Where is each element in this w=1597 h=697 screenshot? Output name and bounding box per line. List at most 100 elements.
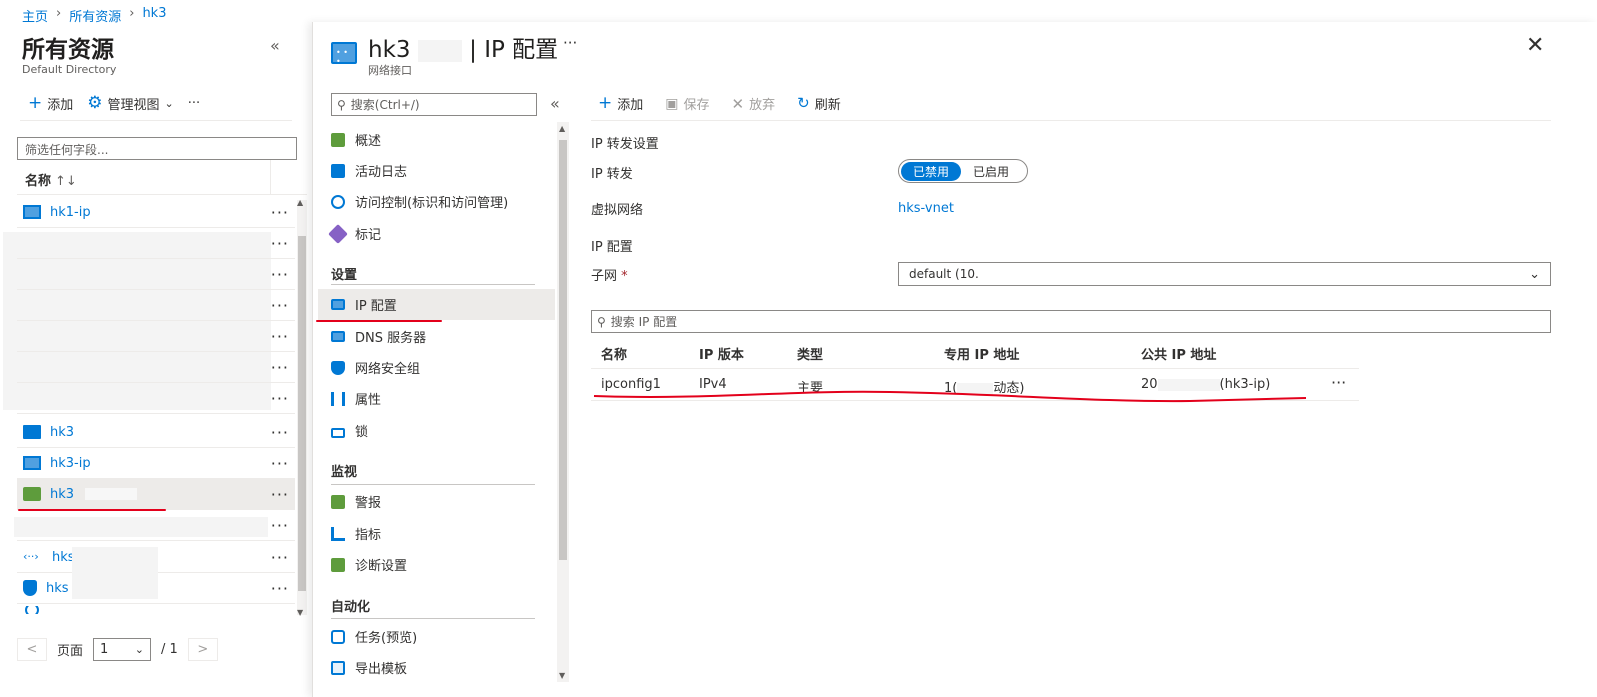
more-icon[interactable]: ··· — [271, 265, 289, 284]
list-scrollbar[interactable]: ▲ ▼ — [297, 198, 307, 617]
next-page-button[interactable]: > — [187, 638, 218, 661]
column-header-name[interactable]: 名称 ↑↓ — [25, 170, 77, 189]
add-button[interactable]: + 添加 — [598, 94, 643, 114]
more-icon[interactable]: ··· — [271, 485, 289, 504]
breadcrumb-all-resources[interactable]: 所有资源 — [69, 6, 121, 25]
scrollbar-thumb[interactable] — [559, 140, 567, 560]
menu-item-activity-log[interactable]: 活动日志 — [318, 155, 555, 186]
sort-icon[interactable]: ↑↓ — [55, 174, 77, 189]
menu-label: IP 配置 — [355, 299, 397, 314]
menu-search-input[interactable]: ⚲ 搜索(Ctrl+/) — [331, 93, 537, 116]
menu-item-diagnostics[interactable]: 诊断设置 — [318, 549, 555, 580]
blade-subtitle: 网络接口 — [368, 64, 412, 77]
scroll-up-icon[interactable]: ▲ — [559, 124, 565, 133]
menu-label: DNS 服务器 — [355, 331, 427, 346]
more-icon[interactable]: ··· — [271, 516, 289, 535]
ip-forwarding-heading: IP 转发设置 — [591, 137, 659, 152]
more-icon[interactable]: ··· — [271, 327, 289, 346]
menu-item-nsg[interactable]: 网络安全组 — [318, 352, 555, 383]
save-label: 保存 — [683, 98, 710, 113]
vnet-label: 虚拟网络 — [591, 203, 644, 218]
row-more-icon[interactable]: ··· — [1331, 373, 1346, 392]
collapse-panel-icon[interactable]: « — [270, 36, 280, 55]
list-item[interactable]: hk3 ··· — [17, 417, 295, 448]
more-icon[interactable]: ··· — [271, 358, 289, 377]
more-icon[interactable]: ··· — [271, 423, 289, 442]
subnet-label-text: 子网 — [591, 269, 618, 284]
save-icon: ▣ — [665, 95, 679, 112]
more-icon[interactable]: ··· — [271, 296, 289, 315]
toggle-disabled-option[interactable]: 已禁用 — [901, 161, 962, 181]
menu-item-overview[interactable]: 概述 — [318, 124, 555, 155]
more-icon[interactable]: ··· — [271, 389, 289, 408]
menu-item-ip-config[interactable]: IP 配置 — [318, 289, 555, 320]
list-item[interactable]: ··· — [17, 383, 295, 414]
resource-name[interactable]: hk1-ip — [50, 205, 91, 220]
resource-name[interactable]: hks — [46, 581, 69, 596]
menu-item-tags[interactable]: 标记 — [318, 218, 555, 249]
overview-icon — [331, 132, 345, 147]
list-item[interactable]: ··· — [17, 290, 295, 321]
page-value: 1 — [100, 642, 109, 657]
tag-icon — [328, 223, 348, 244]
filter-input[interactable]: 筛选任何字段... — [17, 137, 297, 160]
menu-item-metrics[interactable]: 指标 — [318, 518, 555, 549]
menu-item-export-template[interactable]: 导出模板 — [318, 652, 555, 683]
divider — [17, 194, 307, 195]
more-icon[interactable]: ··· — [271, 548, 289, 567]
page-select[interactable]: 1 ⌄ — [93, 638, 152, 661]
save-button[interactable]: ▣ 保存 — [665, 94, 710, 114]
subnet-select[interactable]: default (10. ⌄ — [898, 262, 1551, 286]
toggle-enabled-option[interactable]: 已启用 — [961, 162, 1021, 181]
chevron-down-icon: ⌄ — [134, 643, 145, 656]
col-header-public-ip: 公共 IP 地址 — [1141, 348, 1217, 363]
col-header-name: 名称 — [601, 348, 628, 363]
scroll-down-icon[interactable]: ▼ — [559, 671, 565, 680]
menu-item-properties[interactable]: 属性 — [318, 383, 555, 414]
prev-page-button[interactable]: < — [17, 638, 47, 661]
menu-scrollbar[interactable]: ▲ ▼ — [557, 122, 569, 682]
pagination: < 页面 1 ⌄ / 1 > — [17, 638, 218, 661]
close-icon[interactable]: ✕ — [1526, 33, 1544, 58]
more-icon[interactable]: ··· — [271, 234, 289, 253]
manage-view-button[interactable]: ⚙ 管理视图 ⌄ — [87, 94, 173, 114]
list-item[interactable]: ··· — [17, 321, 295, 352]
col-header-ip-version: IP 版本 — [699, 348, 744, 363]
breadcrumb-current[interactable]: hk3 — [142, 6, 166, 25]
more-icon[interactable]: ··· — [271, 454, 289, 473]
list-item[interactable]: ··· — [17, 510, 295, 541]
more-icon[interactable]: ··· — [271, 203, 289, 222]
more-icon[interactable]: ··· — [271, 579, 289, 598]
alert-icon — [331, 494, 345, 509]
resource-name[interactable]: hk3-ip — [50, 456, 91, 471]
refresh-button[interactable]: ↻ 刷新 — [797, 94, 841, 114]
list-item-selected[interactable]: hk3 ··· — [17, 479, 295, 510]
list-item[interactable]: ··· — [17, 259, 295, 290]
list-item[interactable]: hk3-ip ··· — [17, 448, 295, 479]
ip-config-search-input[interactable]: ⚲ 搜索 IP 配置 — [591, 310, 1551, 333]
menu-item-tasks[interactable]: 任务(预览) — [318, 621, 555, 652]
resource-name[interactable]: hk3 — [50, 425, 74, 440]
breadcrumb-home[interactable]: 主页 — [22, 6, 48, 25]
menu-item-access-control[interactable]: 访问控制(标识和访问管理) — [318, 186, 555, 217]
resource-name[interactable]: hk3 — [50, 487, 74, 502]
vnet-link[interactable]: hks-vnet — [898, 201, 954, 216]
chevron-right-icon: › — [56, 6, 62, 21]
scroll-up-icon[interactable]: ▲ — [297, 198, 303, 207]
menu-item-lock[interactable]: 锁 — [318, 415, 555, 446]
collapse-menu-icon[interactable]: « — [550, 94, 560, 113]
discard-label: 放弃 — [749, 98, 776, 113]
list-item[interactable]: ··· — [17, 228, 295, 259]
list-item[interactable]: ··· — [17, 352, 295, 383]
blade-title-section: | IP 配置 — [469, 37, 559, 63]
more-button[interactable]: ··· — [188, 96, 200, 111]
scroll-down-icon[interactable]: ▼ — [297, 608, 303, 617]
list-item[interactable]: hk1-ip ··· — [17, 197, 295, 228]
blade-more-button[interactable]: ··· — [563, 34, 577, 52]
menu-item-dns[interactable]: DNS 服务器 — [318, 321, 555, 352]
ip-forwarding-toggle[interactable]: 已禁用 已启用 — [898, 159, 1028, 183]
menu-item-alerts[interactable]: 警报 — [318, 486, 555, 517]
discard-button[interactable]: ✕ 放弃 — [732, 94, 776, 114]
add-button[interactable]: + 添加 — [28, 94, 73, 114]
scrollbar-thumb[interactable] — [298, 236, 306, 591]
